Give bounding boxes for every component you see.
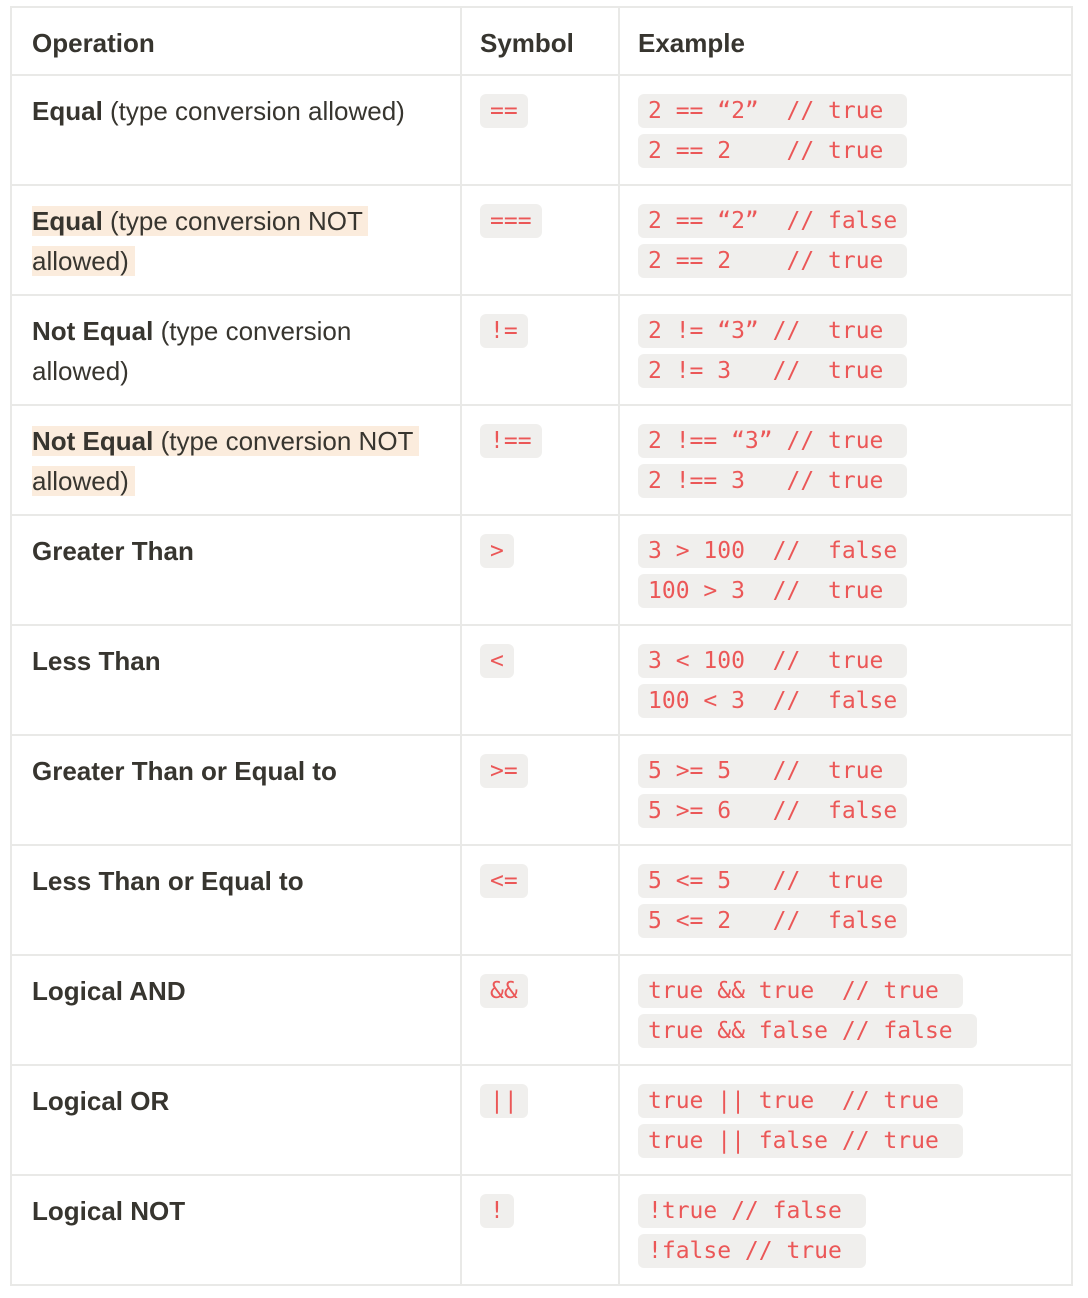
symbol-code: ===: [480, 204, 542, 238]
table-row: Less Than < 3 < 100 // true 100 < 3 // f…: [10, 624, 1073, 736]
table-row: Logical NOT ! !true // false !false // t…: [10, 1174, 1073, 1286]
operation-cell: Equal (type conversion NOT allowed): [10, 184, 462, 296]
table-header: Operation Symbol Example: [10, 6, 1073, 76]
symbol-code: >=: [480, 754, 528, 788]
example-cell: 3 < 100 // true 100 < 3 // false: [618, 624, 1073, 736]
example-code: 2 != “3” // true: [638, 314, 908, 348]
highlighted-text: Equal (type conversion NOT allowed): [32, 206, 369, 276]
operation-cell: Greater Than or Equal to: [10, 734, 462, 846]
example-cell: !true // false !false // true: [618, 1174, 1073, 1286]
operation-name: Not Equal: [32, 316, 154, 346]
table-row: Less Than or Equal to <= 5 <= 5 // true …: [10, 844, 1073, 956]
symbol-cell: &&: [460, 954, 620, 1066]
example-code: true || false // true: [638, 1124, 963, 1158]
operation-cell: Greater Than: [10, 514, 462, 626]
symbol-cell: ===: [460, 184, 620, 296]
operation-cell: Less Than: [10, 624, 462, 736]
table-row: Not Equal (type conversion allowed) != 2…: [10, 294, 1073, 406]
operation-name: Less Than: [32, 646, 161, 676]
table-row: Not Equal (type conversion NOT allowed) …: [10, 404, 1073, 516]
header-symbol: Symbol: [460, 6, 620, 76]
example-code: 2 !== 3 // true: [638, 464, 908, 498]
symbol-cell: ==: [460, 74, 620, 186]
example-cell: 5 <= 5 // true 5 <= 2 // false: [618, 844, 1073, 956]
example-cell: 3 > 100 // false 100 > 3 // true: [618, 514, 1073, 626]
example-code: 3 > 100 // false: [638, 534, 908, 568]
example-code: true && false // false: [638, 1014, 977, 1048]
operation-cell: Equal (type conversion allowed): [10, 74, 462, 186]
symbol-cell: >: [460, 514, 620, 626]
table-row: Equal (type conversion allowed) == 2 == …: [10, 74, 1073, 186]
table-row: Equal (type conversion NOT allowed) === …: [10, 184, 1073, 296]
symbol-cell: !==: [460, 404, 620, 516]
example-cell: 2 != “3” // true 2 != 3 // true: [618, 294, 1073, 406]
example-code: 2 == “2” // false: [638, 204, 908, 238]
table-row: Greater Than > 3 > 100 // false 100 > 3 …: [10, 514, 1073, 626]
operation-cell: Logical OR: [10, 1064, 462, 1176]
symbol-code: &&: [480, 974, 528, 1008]
example-code: 2 == 2 // true: [638, 134, 908, 168]
symbol-cell: >=: [460, 734, 620, 846]
example-code: 5 >= 6 // false: [638, 794, 908, 828]
operation-name: Logical AND: [32, 976, 186, 1006]
example-code: !true // false: [638, 1194, 866, 1228]
example-cell: 2 == “2” // true 2 == 2 // true: [618, 74, 1073, 186]
symbol-cell: <=: [460, 844, 620, 956]
table-row: Logical OR || true || true // true true …: [10, 1064, 1073, 1176]
operation-name: Equal: [32, 206, 103, 236]
operation-cell: Logical AND: [10, 954, 462, 1066]
symbol-code: ||: [480, 1084, 528, 1118]
example-code: 100 > 3 // true: [638, 574, 908, 608]
operation-name: Logical NOT: [32, 1196, 186, 1226]
table-body: Equal (type conversion allowed) == 2 == …: [10, 74, 1073, 1286]
operation-cell: Logical NOT: [10, 1174, 462, 1286]
operation-name: Logical OR: [32, 1086, 170, 1116]
symbol-code: !: [480, 1194, 514, 1228]
highlighted-text: Not Equal (type conversion NOT allowed): [32, 426, 419, 496]
operation-cell: Not Equal (type conversion allowed): [10, 294, 462, 406]
example-code: true || true // true: [638, 1084, 963, 1118]
table-row: Greater Than or Equal to >= 5 >= 5 // tr…: [10, 734, 1073, 846]
example-code: 3 < 100 // true: [638, 644, 908, 678]
operation-description: (type conversion allowed): [102, 96, 405, 126]
symbol-code: !=: [480, 314, 528, 348]
symbol-code: >: [480, 534, 514, 568]
symbol-cell: <: [460, 624, 620, 736]
symbol-cell: !: [460, 1174, 620, 1286]
symbol-cell: ||: [460, 1064, 620, 1176]
example-code: 2 == 2 // true: [638, 244, 908, 278]
operation-name: Equal: [32, 96, 103, 126]
example-code: true && true // true: [638, 974, 963, 1008]
symbol-code: <: [480, 644, 514, 678]
example-code: 5 <= 5 // true: [638, 864, 908, 898]
example-code: !false // true: [638, 1234, 866, 1268]
example-code: 2 !== “3” // true: [638, 424, 908, 458]
symbol-code: !==: [480, 424, 542, 458]
example-code: 2 == “2” // true: [638, 94, 908, 128]
operation-cell: Less Than or Equal to: [10, 844, 462, 956]
example-code: 5 <= 2 // false: [638, 904, 908, 938]
example-cell: true || true // true true || false // tr…: [618, 1064, 1073, 1176]
symbol-code: <=: [480, 864, 528, 898]
operation-name: Less Than or Equal to: [32, 866, 304, 896]
example-cell: true && true // true true && false // fa…: [618, 954, 1073, 1066]
comparison-operators-table: Operation Symbol Example Equal (type con…: [10, 6, 1073, 1286]
example-code: 2 != 3 // true: [638, 354, 908, 388]
operation-name: Greater Than or Equal to: [32, 756, 337, 786]
table-row: Logical AND && true && true // true true…: [10, 954, 1073, 1066]
example-cell: 5 >= 5 // true 5 >= 6 // false: [618, 734, 1073, 846]
operation-name: Not Equal: [32, 426, 154, 456]
example-code: 5 >= 5 // true: [638, 754, 908, 788]
header-operation: Operation: [10, 6, 462, 76]
symbol-code: ==: [480, 94, 528, 128]
example-cell: 2 == “2” // false 2 == 2 // true: [618, 184, 1073, 296]
operation-cell: Not Equal (type conversion NOT allowed): [10, 404, 462, 516]
header-example: Example: [618, 6, 1073, 76]
example-code: 100 < 3 // false: [638, 684, 908, 718]
example-cell: 2 !== “3” // true 2 !== 3 // true: [618, 404, 1073, 516]
operation-name: Greater Than: [32, 536, 194, 566]
symbol-cell: !=: [460, 294, 620, 406]
